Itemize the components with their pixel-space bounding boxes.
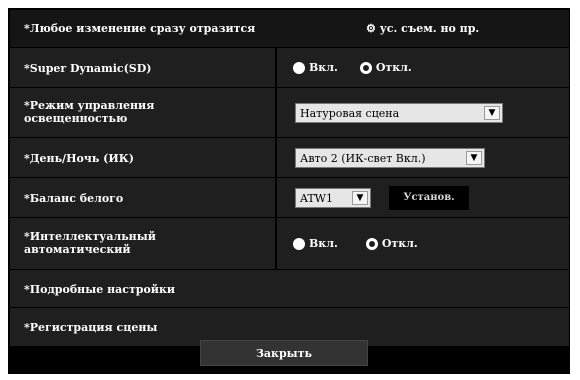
notice-text: *Любое изменение сразу отразится [24, 22, 256, 35]
super-dynamic-radio-group: Вкл. Откл. [293, 61, 434, 74]
light-control-label: *Режим управления освещенностью [24, 99, 154, 125]
day-night-value: Авто 2 (ИК-свет Вкл.) [300, 152, 426, 165]
intelligent-auto-on-radio[interactable]: Вкл. [293, 237, 338, 250]
row-day-night: *День/Ночь (ИК) Авто 2 (ИК-свет Вкл.) ▼ [10, 138, 569, 178]
chevron-down-icon[interactable]: ▼ [466, 151, 482, 165]
intelligent-auto-label-line1: *Интеллектуальный [24, 230, 156, 243]
white-balance-label: *Баланс белого [24, 192, 124, 205]
advanced-settings-link[interactable]: *Подробные настройки [24, 283, 175, 296]
row-white-balance: *Баланс белого ATW1 ▼ Установ. [10, 178, 569, 218]
scene-registration-link[interactable]: *Регистрация сцены [24, 321, 157, 334]
intelligent-auto-label: *Интеллектуальный автоматический [24, 230, 156, 256]
close-button[interactable]: Закрыть [200, 340, 368, 366]
radio-selected-icon [293, 61, 305, 74]
radio-label: Откл. [375, 61, 412, 74]
column-divider [275, 178, 277, 217]
notice-right-text: ус. съем. но пр. [379, 22, 480, 35]
super-dynamic-label: *Super Dynamic(SD) [24, 62, 152, 75]
radio-label: Откл. [381, 237, 418, 250]
radio-unselected-icon [359, 61, 372, 74]
super-dynamic-on-radio[interactable]: Вкл. [293, 61, 338, 74]
day-night-label: *День/Ночь (ИК) [24, 152, 134, 165]
radio-label: Вкл. [309, 61, 338, 74]
column-divider [275, 88, 277, 137]
white-balance-select[interactable]: ATW1 ▼ [295, 188, 371, 208]
white-balance-value: ATW1 [300, 192, 333, 205]
settings-panel: *Любое изменение сразу отразится ⚙ ус. с… [10, 10, 569, 346]
chevron-down-icon[interactable]: ▼ [352, 191, 368, 205]
notice-banner: *Любое изменение сразу отразится ⚙ ус. с… [10, 10, 569, 48]
column-divider [275, 218, 277, 269]
notice-right: ⚙ ус. съем. но пр. [366, 22, 479, 35]
intelligent-auto-radio-group: Вкл. Откл. [293, 237, 440, 250]
radio-selected-icon [293, 237, 305, 250]
row-advanced-settings[interactable]: *Подробные настройки [10, 270, 569, 308]
day-night-select[interactable]: Авто 2 (ИК-свет Вкл.) ▼ [295, 148, 485, 168]
radio-unselected-icon [365, 237, 378, 250]
row-intelligent-auto: *Интеллектуальный автоматический Вкл. От… [10, 218, 569, 270]
white-balance-set-button[interactable]: Установ. [389, 186, 469, 210]
radio-label: Вкл. [309, 237, 338, 250]
light-control-value: Натуровая сцена [300, 107, 400, 120]
intelligent-auto-label-line2: автоматический [24, 243, 131, 256]
light-control-label-line2: освещенностью [24, 112, 128, 125]
light-control-select[interactable]: Натуровая сцена ▼ [295, 103, 503, 123]
row-light-control: *Режим управления освещенностью Натурова… [10, 88, 569, 138]
super-dynamic-off-radio[interactable]: Откл. [359, 61, 412, 74]
column-divider [275, 48, 277, 87]
chevron-down-icon[interactable]: ▼ [484, 106, 500, 120]
column-divider [275, 138, 277, 177]
intelligent-auto-off-radio[interactable]: Откл. [365, 237, 418, 250]
light-control-label-line1: *Режим управления [24, 99, 155, 112]
row-super-dynamic: *Super Dynamic(SD) Вкл. Откл. [10, 48, 569, 88]
gear-icon: ⚙ [366, 22, 376, 35]
